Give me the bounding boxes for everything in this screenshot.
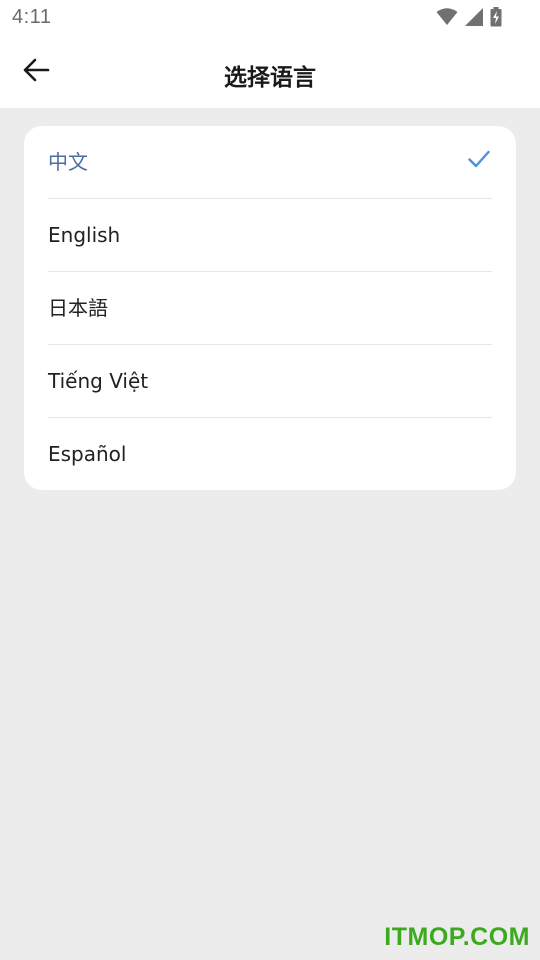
watermark: ITMOP.COM: [384, 923, 530, 951]
page-title: 选择语言: [224, 65, 316, 91]
battery-charging-icon: [490, 7, 502, 27]
language-item-spanish[interactable]: Español: [24, 418, 516, 490]
language-list: 中文 English 日本語 Tiếng Việt Español: [24, 126, 516, 490]
language-label: Tiếng Việt: [48, 369, 149, 393]
language-item-vietnamese[interactable]: Tiếng Việt: [24, 345, 516, 418]
language-label: English: [48, 223, 121, 247]
status-bar: 4:11: [0, 0, 540, 38]
language-label: 日本語: [48, 296, 108, 320]
status-time: 4:11: [12, 6, 52, 28]
app-bar: 选择语言: [0, 38, 540, 108]
language-item-english[interactable]: English: [24, 199, 516, 272]
language-label: 中文: [48, 150, 88, 174]
check-icon: [468, 150, 490, 173]
language-label: Español: [48, 442, 127, 466]
wifi-icon: [436, 8, 458, 26]
language-item-chinese[interactable]: 中文: [24, 126, 516, 199]
status-icons: [436, 7, 502, 27]
language-selection-screen: 4:11 选择语言 中文 English 日本語 Tiếng Việt Espa…: [0, 0, 540, 960]
top-bar: 4:11 选择语言: [0, 0, 540, 108]
language-item-japanese[interactable]: 日本語: [24, 272, 516, 345]
signal-icon: [464, 8, 484, 26]
